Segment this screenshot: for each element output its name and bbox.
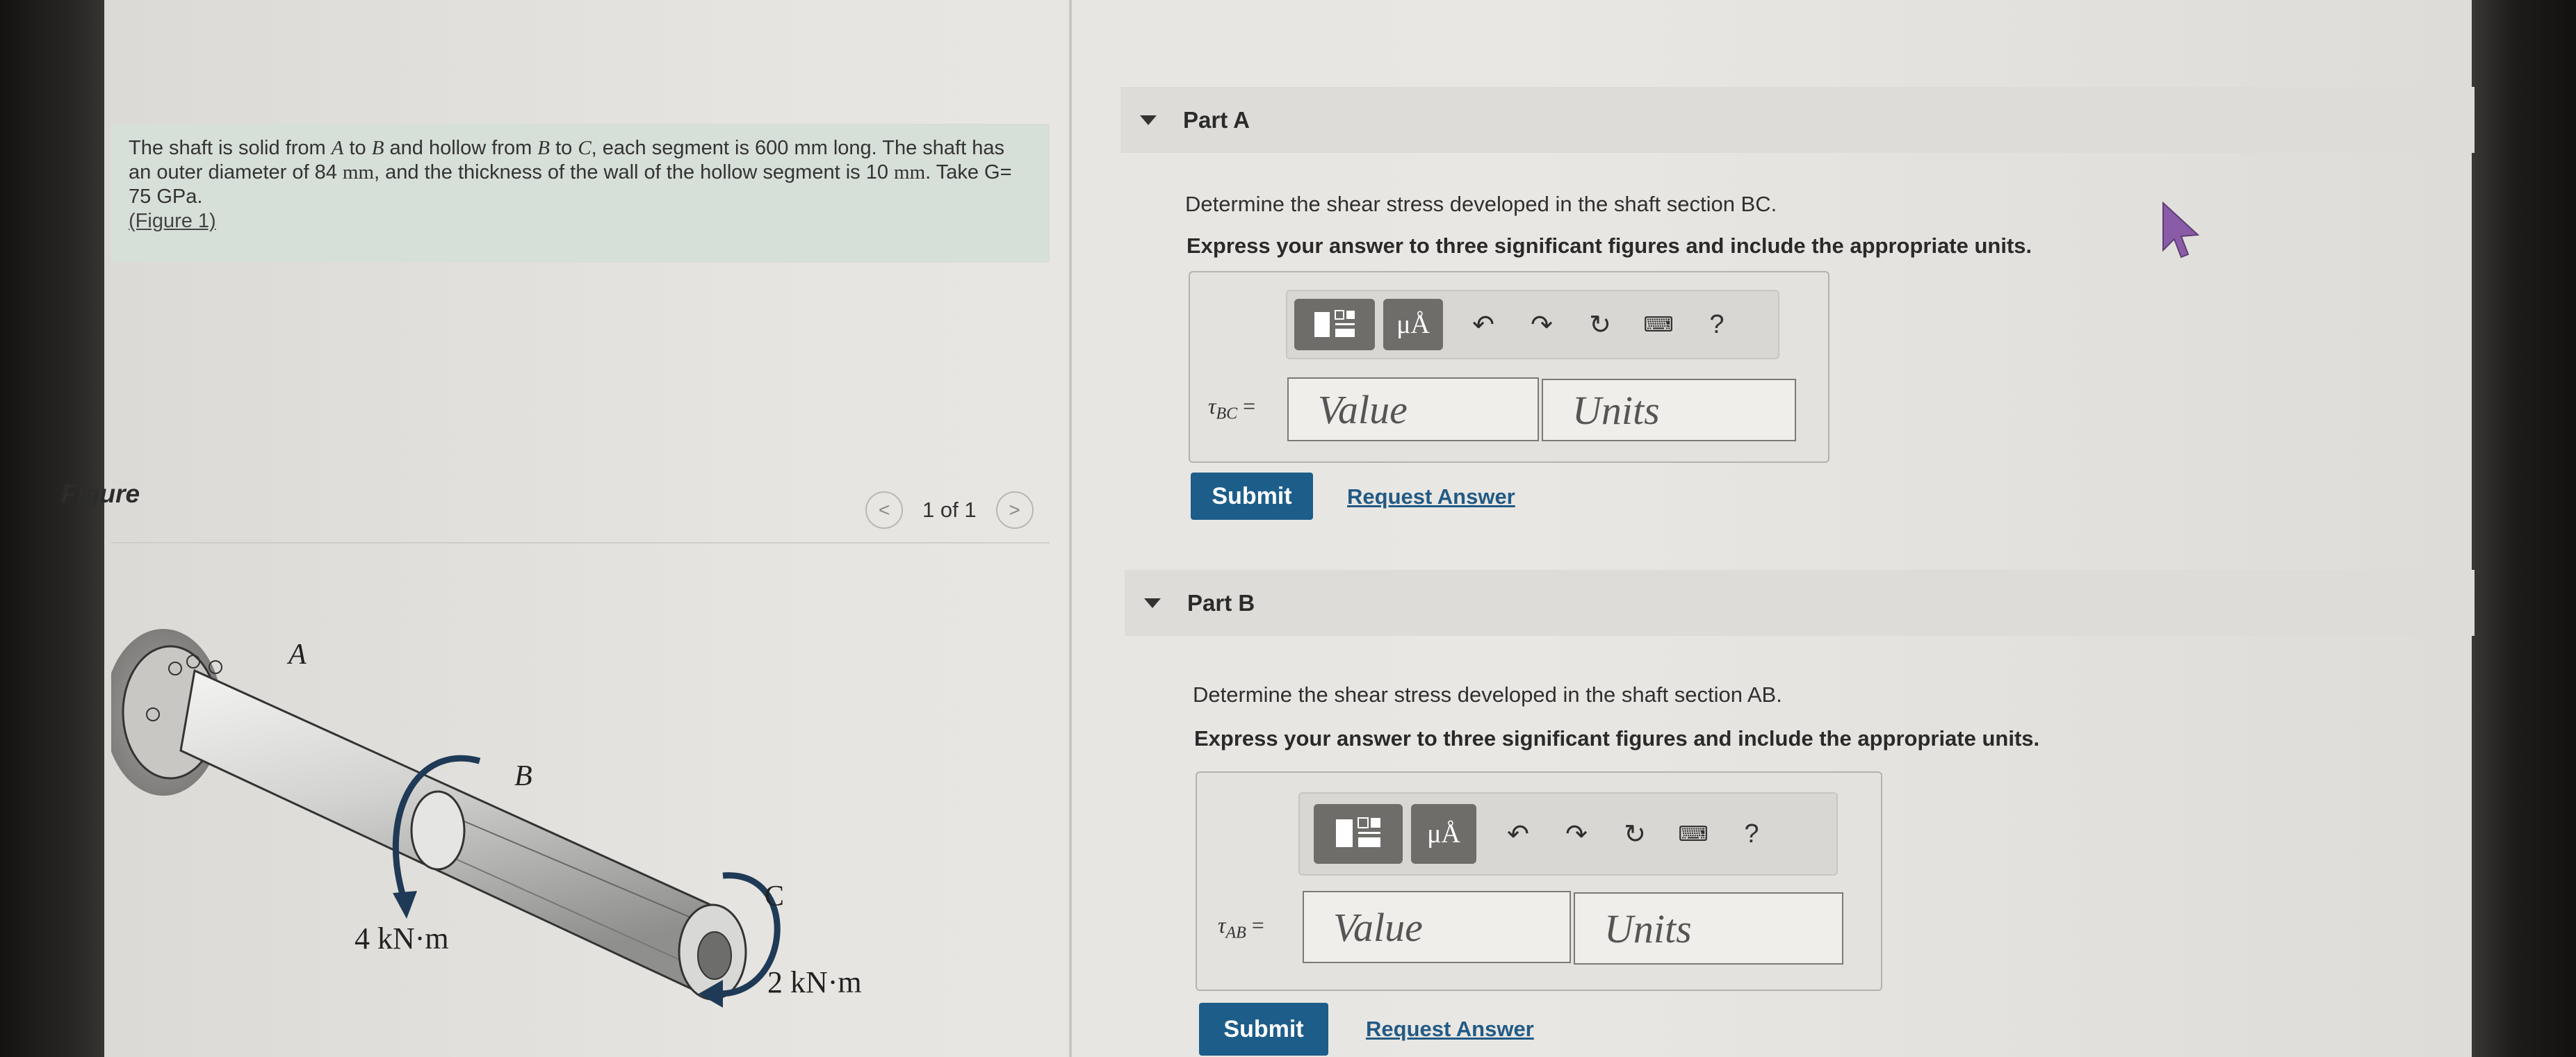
part-b-units-input[interactable]: Units [1574,892,1843,965]
label-b: B [514,760,532,792]
keyboard-icon[interactable]: ⌨ [1664,822,1722,846]
figure-divider [111,542,1050,543]
problem-text: and hollow from [384,137,538,159]
tau-symbol: τ [1208,393,1216,418]
prev-figure-button[interactable]: < [865,491,903,529]
shaft-figure: A B C 4 kN·m 2 kN·m [111,629,862,1008]
torque-label-c: 2 kN·m [767,965,862,999]
part-a-units-input[interactable]: Units [1542,379,1796,441]
screen-bezel-right [2472,0,2576,1057]
caret-down-icon [1144,598,1161,608]
part-b-variable: τAB = [1218,912,1264,942]
equals-sign: = [1246,912,1264,937]
figure-title: Figure [61,480,140,508]
subscript-bc: BC [1216,404,1238,423]
part-a-variable: τBC = [1208,393,1255,423]
problem-statement: The shaft is solid from A to B and hollo… [129,136,1025,233]
point-c-symbol: C [578,137,592,159]
part-b-request-answer-link[interactable]: Request Answer [1366,1017,1534,1042]
figure-pager: < 1 of 1 > [865,489,1034,531]
part-b-submit-button[interactable]: Submit [1199,1003,1328,1056]
part-a-header[interactable]: Part A [1120,87,2475,153]
units-icon: μÅ [1396,310,1430,339]
problem-text: The shaft is solid from [129,137,332,159]
section-b-edge [410,790,466,871]
problem-text: to [550,137,578,159]
part-a-value-input[interactable]: Value [1287,377,1539,441]
undo-icon[interactable]: ↶ [1454,309,1513,341]
chevron-right-icon: > [1009,499,1020,521]
mouse-cursor-icon [2162,202,2200,259]
problem-text: to [343,137,372,159]
bore-opening [697,931,732,980]
point-a-symbol: A [331,137,344,159]
reset-icon[interactable]: ↻ [1606,819,1664,850]
chevron-left-icon: < [878,499,890,521]
part-b-toolbar: μÅ ↶ ↷ ↻ ⌨ ? [1298,792,1838,876]
figure-link[interactable]: (Figure 1) [129,210,216,232]
templates-button[interactable] [1314,804,1403,864]
part-b-instruction: Express your answer to three significant… [1194,726,2040,751]
keyboard-icon[interactable]: ⌨ [1629,313,1688,337]
screen-bezel-left [0,0,111,1057]
arrow-head-icon [393,891,417,919]
part-a-toolbar: μÅ ↶ ↷ ↻ ⌨ ? [1286,290,1779,359]
units-button[interactable]: μÅ [1383,299,1443,350]
part-a-request-answer-link[interactable]: Request Answer [1347,484,1515,509]
point-b-symbol: B [537,137,551,159]
redo-icon[interactable]: ↷ [1513,309,1571,341]
part-b-value-input[interactable]: Value [1303,891,1571,963]
point-b-symbol: B [371,137,384,159]
help-icon[interactable]: ? [1688,310,1746,340]
tau-symbol: τ [1218,912,1226,937]
part-a-question: Determine the shear stress developed in … [1185,192,1777,216]
caret-down-icon [1140,115,1157,125]
next-figure-button[interactable]: > [995,491,1034,529]
templates-button[interactable] [1294,299,1375,350]
subscript-ab: AB [1225,924,1246,942]
units-icon: μÅ [1427,819,1460,849]
figure-page-indicator: 1 of 1 [922,498,977,522]
label-c: C [765,880,784,912]
torque-label-b: 4 kN·m [354,921,449,956]
panel-divider [1069,0,1072,1057]
part-a-instruction: Express your answer to three significant… [1187,233,2032,258]
equals-sign: = [1237,393,1256,418]
templates-icon [1314,310,1355,337]
templates-icon [1336,817,1380,847]
unit-mm: mm [342,161,375,183]
part-b-title: Part B [1187,589,1255,616]
part-a-submit-button[interactable]: Submit [1191,473,1313,520]
units-button[interactable]: μÅ [1411,804,1476,864]
part-b-question: Determine the shear stress developed in … [1193,682,1782,707]
reset-icon[interactable]: ↻ [1571,309,1629,341]
redo-icon[interactable]: ↷ [1547,819,1606,850]
unit-mm: mm [894,161,926,183]
part-b-header[interactable]: Part B [1125,570,2475,636]
problem-text: , and the thickness of the wall of the h… [374,161,895,183]
help-icon[interactable]: ? [1722,819,1781,849]
label-a: A [286,639,307,671]
undo-icon[interactable]: ↶ [1489,819,1547,850]
part-a-title: Part A [1183,106,1250,133]
